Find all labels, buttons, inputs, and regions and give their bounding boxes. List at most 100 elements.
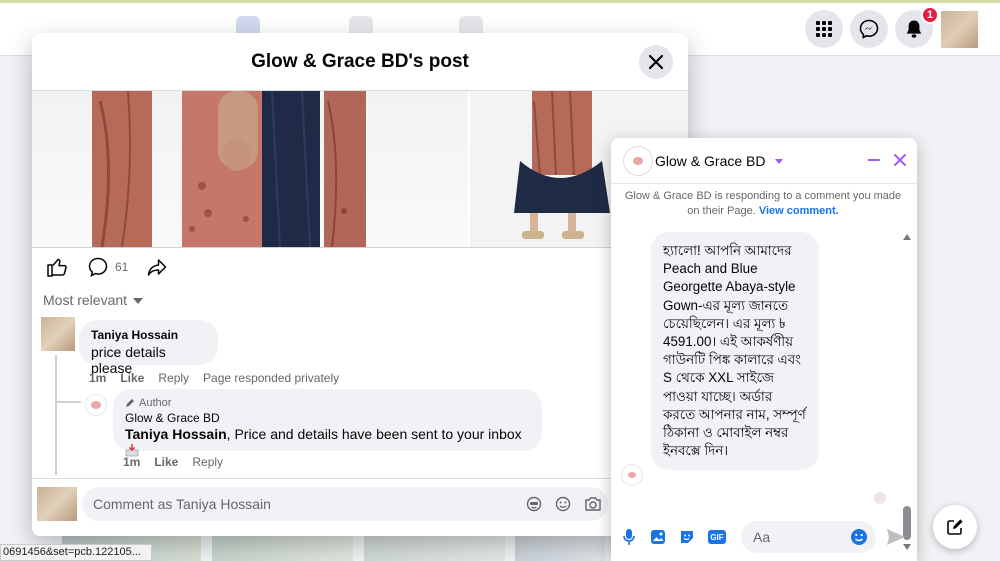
microphone-icon [623, 529, 635, 545]
post-modal: Glow & Grace BD's post 61 Most relevant … [32, 33, 688, 536]
page-logo-avatar[interactable] [85, 394, 107, 416]
gif-button[interactable]: GIF [707, 527, 727, 547]
browser-status-url: 0691456&set=pcb.122105... [0, 544, 152, 561]
avatar-sticker-icon [526, 496, 542, 512]
share-icon [147, 259, 167, 276]
close-icon [894, 154, 906, 166]
comment-private-response-note: Page responded privately [203, 371, 340, 385]
like-button[interactable] [46, 256, 68, 278]
top-accent-line [0, 0, 1000, 3]
close-icon [648, 54, 664, 70]
background-photo-thumbnail [212, 534, 353, 561]
chat-header: Glow & Grace BD [611, 138, 917, 184]
chat-title-button[interactable]: Glow & Grace BD [655, 153, 784, 169]
reply-like-link[interactable]: Like [154, 455, 178, 469]
comment-meta: 1m Like Reply Page responded privately [89, 371, 339, 385]
caret-down-icon [133, 298, 144, 304]
reply-time[interactable]: 1m [123, 455, 140, 469]
image-icon [651, 530, 665, 544]
post-actions: 61 [32, 253, 688, 281]
commenter-avatar[interactable] [41, 317, 75, 351]
reply-text: Taniya Hossain, Price and details have b… [125, 426, 530, 458]
dress-photo-image [92, 91, 366, 247]
compose-icon [947, 519, 963, 535]
smiley-icon [555, 496, 571, 512]
profile-avatar[interactable] [941, 11, 978, 48]
chat-page-logo[interactable] [623, 146, 653, 176]
chat-scrollbar[interactable] [901, 234, 913, 550]
comment-sort-dropdown[interactable]: Most relevant [43, 292, 144, 308]
author-badge: Author [125, 397, 530, 409]
messenger-chat-window: Glow & Grace BD Glow & Grace BD is respo… [611, 138, 917, 561]
send-button[interactable] [886, 527, 906, 547]
comment-input-placeholder: Comment as Taniya Hossain [93, 496, 271, 512]
emoji-icon[interactable] [850, 528, 868, 546]
gif-icon: GIF [708, 530, 726, 544]
emoji-button[interactable] [554, 495, 572, 513]
menu-grid-button[interactable] [805, 10, 843, 48]
close-chat-button[interactable] [892, 152, 908, 168]
voice-clip-button[interactable] [619, 527, 639, 547]
grid-icon [816, 21, 832, 37]
reply-bubble: Author Glow & Grace BD Taniya Hossain, P… [113, 389, 542, 457]
comment-sort-label: Most relevant [43, 292, 128, 308]
pencil-icon [126, 399, 134, 407]
message-sender-avatar [621, 464, 643, 486]
post-photo[interactable] [32, 91, 468, 247]
close-post-button[interactable] [639, 45, 673, 79]
comment-like-link[interactable]: Like [120, 371, 144, 385]
chat-message-text: হ্যালো! আপনি আমাদের Peach and Blue Georg… [663, 243, 806, 459]
chat-page-name: Glow & Grace BD [655, 153, 766, 169]
comment-time[interactable]: 1m [89, 371, 106, 385]
scroll-up-arrow-icon[interactable] [903, 234, 911, 240]
post-images [32, 91, 688, 247]
notification-badge: 1 [921, 6, 939, 24]
reply-mention[interactable]: Taniya Hossain [125, 426, 227, 442]
view-comment-link[interactable]: View comment. [759, 205, 839, 217]
minimize-chat-button[interactable] [866, 152, 882, 168]
comment-icon [88, 257, 108, 278]
reply-reply-link[interactable]: Reply [192, 455, 223, 469]
reply-meta: 1m Like Reply [123, 455, 223, 469]
bell-icon [906, 20, 922, 38]
comment-author-name[interactable]: Taniya Hossain [91, 328, 206, 342]
page-logo-icon [633, 157, 643, 165]
attach-photo-button[interactable] [648, 527, 668, 547]
thread-line [55, 401, 81, 403]
reply-author-name[interactable]: Glow & Grace BD [125, 411, 530, 425]
chat-message-bubble: হ্যালো! আপনি আমাদের Peach and Blue Georg… [651, 232, 819, 471]
comment-reply-link[interactable]: Reply [158, 371, 189, 385]
page-logo-icon [628, 472, 636, 478]
post-title: Glow & Grace BD's post [251, 50, 469, 72]
camera-icon [585, 497, 601, 511]
notifications-button[interactable]: 1 [895, 6, 939, 48]
minimize-icon [868, 159, 880, 161]
comment-bubble: Taniya Hossain price details please [79, 320, 218, 376]
background-photo-thumbnail [515, 534, 605, 561]
background-photo-thumbnail [364, 534, 505, 561]
comment-composer: Comment as Taniya Hossain [32, 478, 688, 536]
seen-indicator [874, 492, 886, 504]
sticker-icon [681, 531, 693, 543]
page-logo-icon [91, 401, 101, 409]
chat-context-note: Glow & Grace BD is responding to a comme… [623, 189, 903, 219]
thumbs-up-icon [47, 258, 67, 277]
chat-input-placeholder: Aa [753, 529, 771, 545]
reply-message: , Price and details have been sent to yo… [226, 426, 522, 442]
chevron-down-icon [775, 158, 784, 164]
author-badge-label: Author [139, 397, 172, 409]
share-button[interactable] [146, 256, 168, 278]
avatar-sticker-button[interactable] [525, 495, 543, 513]
sticker-button[interactable] [677, 527, 697, 547]
chat-composer: GIF Aa [611, 517, 917, 561]
comment-button[interactable]: 61 [87, 256, 128, 278]
messenger-icon [859, 19, 879, 39]
post-header: Glow & Grace BD's post [32, 33, 688, 91]
chat-message-input[interactable]: Aa [741, 521, 876, 553]
messenger-button[interactable] [850, 10, 888, 48]
divider [32, 247, 688, 248]
comment-count: 61 [115, 260, 129, 274]
composer-avatar [37, 487, 77, 521]
photo-attach-button[interactable] [584, 495, 602, 513]
new-message-button[interactable] [933, 505, 977, 549]
